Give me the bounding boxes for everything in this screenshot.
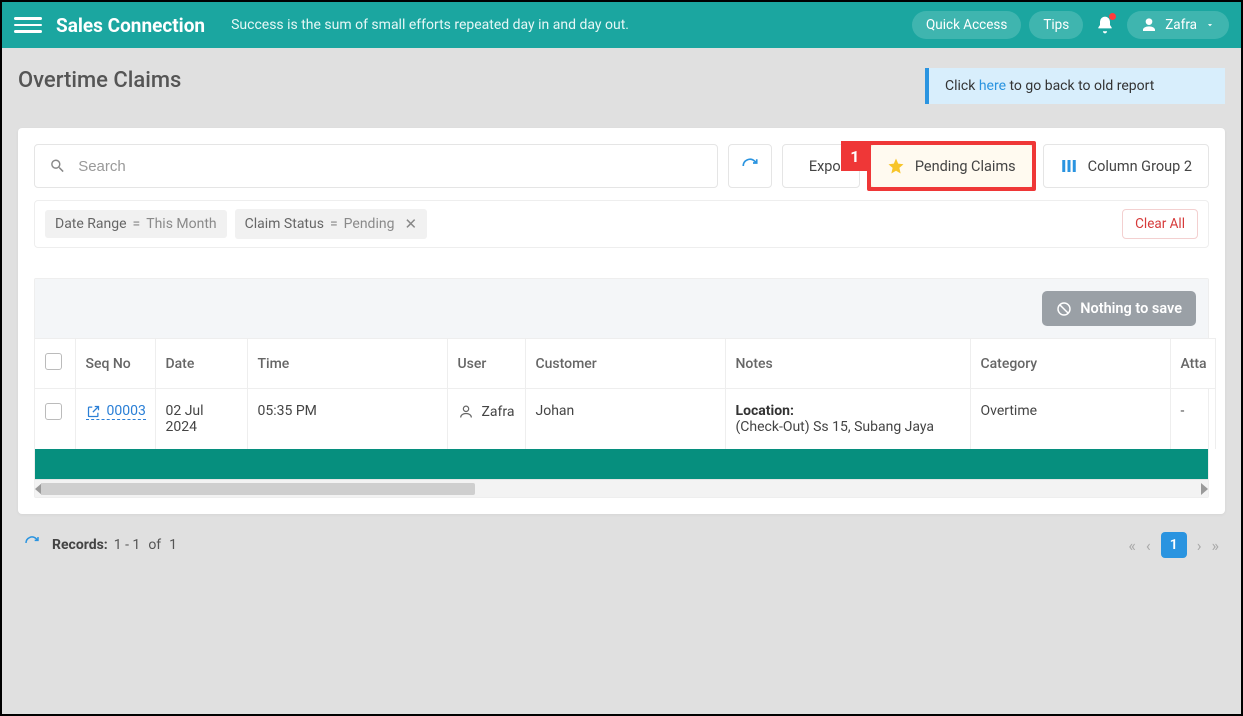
refresh-button[interactable]	[728, 144, 772, 188]
search-input[interactable]	[78, 158, 703, 175]
cell-user: Zafra	[482, 404, 515, 420]
close-icon[interactable]: ✕	[404, 215, 417, 233]
prohibit-icon	[1056, 301, 1072, 317]
table-footer-bar	[35, 449, 1208, 479]
user-menu[interactable]: Zafra	[1127, 11, 1229, 39]
old-report-notice: Click here to go back to old report	[925, 68, 1225, 104]
cell-notes: Location: (Check-Out) Ss 15, Subang Jaya	[725, 389, 970, 450]
cell-attachment: -	[1170, 389, 1215, 450]
cell-date: 02 Jul 2024	[155, 389, 247, 450]
search-icon	[49, 157, 66, 175]
horizontal-scrollbar[interactable]	[35, 479, 1208, 497]
scroll-thumb[interactable]	[41, 483, 475, 495]
row-checkbox[interactable]	[45, 403, 62, 420]
col-time[interactable]: Time	[247, 339, 447, 389]
col-customer[interactable]: Customer	[525, 339, 725, 389]
chevron-down-icon	[1205, 20, 1215, 30]
hamburger-menu-icon[interactable]	[14, 11, 42, 39]
filter-claim-status[interactable]: Claim Status = Pending ✕	[235, 209, 427, 239]
footer-refresh-icon[interactable]	[24, 535, 40, 555]
col-user[interactable]: User	[447, 339, 525, 389]
external-link-icon	[86, 404, 101, 419]
col-seq[interactable]: Seq No	[75, 339, 155, 389]
star-icon	[887, 157, 905, 175]
pager-next[interactable]: ›	[1197, 536, 1202, 555]
cell-customer: Johan	[525, 389, 725, 450]
columns-icon	[1060, 157, 1078, 175]
notifications-icon[interactable]	[1091, 11, 1119, 39]
records-range: 1 - 1	[114, 537, 141, 553]
claims-table: Seq No Date Time User Customer Notes Cat…	[35, 338, 1216, 449]
search-box[interactable]	[34, 144, 718, 188]
tips-button[interactable]: Tips	[1029, 11, 1083, 39]
old-report-link[interactable]: here	[979, 78, 1006, 94]
refresh-icon	[741, 157, 759, 175]
pager-last[interactable]: »	[1212, 536, 1220, 555]
pager-first[interactable]: «	[1128, 536, 1136, 555]
column-group-button[interactable]: Column Group 2	[1043, 144, 1209, 188]
user-name-label: Zafra	[1165, 17, 1197, 33]
cell-time: 05:35 PM	[247, 389, 447, 450]
pager-prev[interactable]: ‹	[1146, 536, 1151, 555]
seq-link[interactable]: 00003	[86, 403, 146, 420]
annotation-step-badge: 1	[841, 141, 869, 171]
person-icon	[458, 403, 474, 420]
nothing-to-save-button: Nothing to save	[1042, 291, 1196, 326]
quick-access-button[interactable]: Quick Access	[912, 11, 1021, 39]
col-notes[interactable]: Notes	[725, 339, 970, 389]
col-date[interactable]: Date	[155, 339, 247, 389]
records-total: 1	[169, 537, 177, 553]
clear-all-button[interactable]: Clear All	[1122, 209, 1198, 239]
tagline: Success is the sum of small efforts repe…	[231, 17, 912, 33]
pending-claims-button[interactable]: Pending Claims 1	[870, 144, 1033, 188]
table-row[interactable]: 00003 02 Jul 2024 05:35 PM Zafra Johan	[35, 389, 1215, 450]
page-title: Overtime Claims	[18, 68, 181, 93]
records-label: Records:	[52, 537, 108, 553]
col-attachment[interactable]: Atta	[1170, 339, 1215, 389]
select-all-checkbox[interactable]	[45, 353, 62, 370]
top-bar: Sales Connection Success is the sum of s…	[2, 2, 1241, 48]
brand-name: Sales Connection	[56, 14, 205, 37]
filters-row: Date Range = This Month Claim Status = P…	[34, 200, 1209, 248]
col-category[interactable]: Category	[970, 339, 1170, 389]
cell-category: Overtime	[970, 389, 1170, 450]
scroll-right-icon[interactable]	[1201, 483, 1208, 495]
filter-date-range[interactable]: Date Range = This Month	[45, 210, 227, 238]
pager-current[interactable]: 1	[1161, 532, 1187, 558]
